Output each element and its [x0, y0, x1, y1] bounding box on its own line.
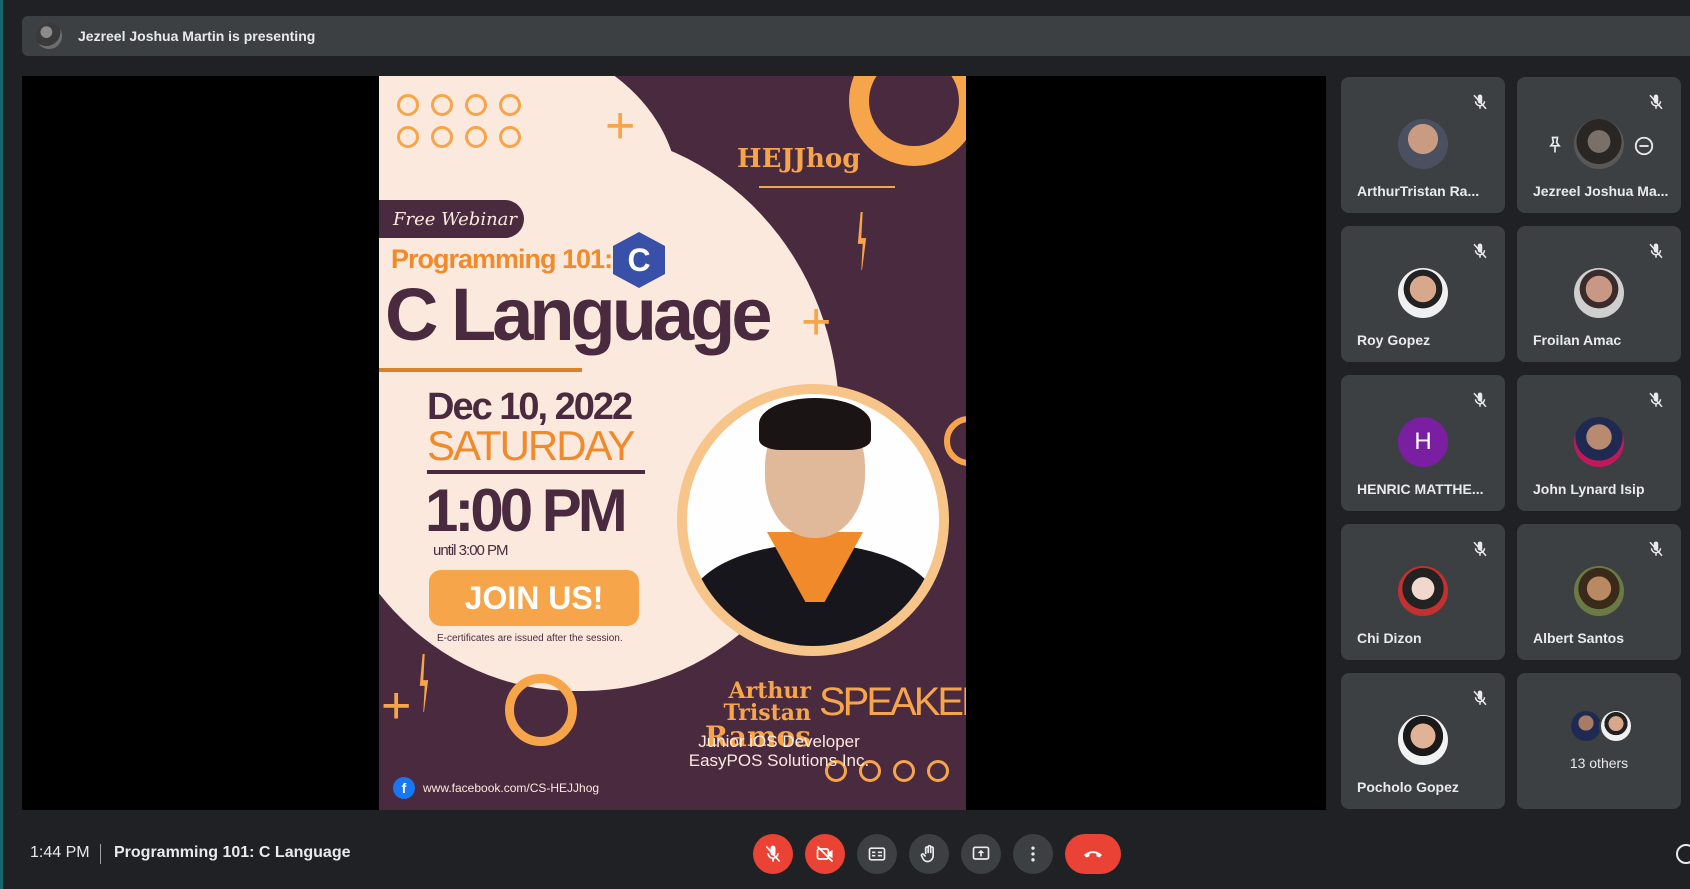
presenting-banner: Jezreel Joshua Martin is presenting: [22, 16, 1690, 56]
participant-name: Froilan Amac: [1533, 332, 1622, 348]
participant-tile[interactable]: Albert Santos: [1517, 524, 1681, 660]
bottom-bar: 1:44 PM Programming 101: C Language: [0, 824, 1690, 889]
ecert-note: E-certificates are issued after the sess…: [437, 633, 623, 644]
poster-time: 1:00 PM: [425, 477, 628, 544]
decor-plus: +: [605, 97, 636, 155]
participant-name: Roy Gopez: [1357, 332, 1431, 348]
free-webinar-label: Free Webinar: [379, 200, 524, 238]
participant-name: Chi Dizon: [1357, 630, 1422, 646]
participant-tile[interactable]: Chi Dizon: [1341, 524, 1505, 660]
speaker-role: Junior iOS Developer EasyPOS Solutions I…: [629, 732, 929, 770]
decor-bolt: [857, 212, 867, 270]
facebook-url: www.facebook.com/CS-HEJJhog: [423, 781, 600, 795]
raise-hand-icon: [920, 844, 934, 863]
mic-off-icon: [1649, 94, 1663, 110]
mic-off-icon: [1473, 243, 1487, 259]
join-us-label: JOIN US!: [429, 570, 639, 626]
more-options-button[interactable]: [1013, 834, 1053, 874]
poster-course: Programming 101:: [391, 244, 613, 274]
info-icon[interactable]: [1676, 844, 1690, 864]
meeting-title: Programming 101: C Language: [114, 844, 351, 861]
camera-toggle-button[interactable]: [805, 834, 845, 874]
more-options-icon: [1031, 846, 1035, 862]
presenting-text: Jezreel Joshua Martin is presenting: [78, 28, 316, 44]
divider: [759, 186, 895, 188]
others-avatars: [1569, 709, 1633, 743]
participant-avatar: [1574, 566, 1624, 616]
divider: [379, 368, 582, 372]
others-count: 13 others: [1569, 755, 1629, 771]
mic-off-icon: [1649, 541, 1663, 557]
mic-off-icon: [765, 845, 781, 863]
participant-avatar: [1574, 119, 1624, 169]
decor-ring: [944, 416, 966, 466]
clock: 1:44 PM: [30, 844, 90, 861]
leave-call-button[interactable]: [1065, 834, 1121, 874]
meet-window: Jezreel Joshua Martin is presenting + + …: [0, 0, 1690, 889]
participant-avatar: H: [1398, 417, 1448, 467]
decor-ring: [849, 76, 966, 166]
speaker-label: SPEAKER: [819, 680, 966, 724]
mic-off-icon: [1649, 392, 1663, 408]
camera-off-icon: [816, 845, 834, 863]
mic-off-icon: [1473, 541, 1487, 557]
decor-circles: [397, 126, 521, 148]
presenter-avatar: [36, 23, 62, 49]
participant-avatar: [1398, 566, 1448, 616]
poster-title: C Language: [385, 273, 772, 356]
decor-bolt: [419, 654, 429, 712]
decor-plus: +: [381, 677, 412, 735]
remove-icon[interactable]: [1633, 135, 1655, 157]
participant-tile[interactable]: John Lynard Isip: [1517, 375, 1681, 511]
participant-tile[interactable]: Pocholo Gopez: [1341, 673, 1505, 809]
pin-icon[interactable]: [1545, 135, 1565, 155]
speaker-photo: [687, 394, 939, 646]
facebook-icon: f: [393, 777, 415, 799]
participant-avatar: [1574, 268, 1624, 318]
hang-up-icon: [1084, 851, 1102, 858]
participant-avatar: [1398, 119, 1448, 169]
speaker-role-company: EasyPOS Solutions Inc.: [688, 751, 870, 770]
window-edge: [0, 0, 3, 889]
participant-tile[interactable]: Jezreel Joshua Ma...: [1517, 77, 1681, 213]
divider: [100, 844, 101, 864]
participant-name: ArthurTristan Ra...: [1357, 183, 1480, 199]
speaker-first-name: Arthur Tristan: [723, 678, 811, 726]
participant-tile[interactable]: Roy Gopez: [1341, 226, 1505, 362]
mic-off-icon: [1473, 392, 1487, 408]
facebook-link: f www.facebook.com/CS-HEJJhog: [393, 777, 599, 799]
participant-avatar: [1398, 268, 1448, 318]
decor-plus: +: [801, 293, 832, 351]
participant-tile[interactable]: ArthurTristan Ra...: [1341, 77, 1505, 213]
poster-until: until 3:00 PM: [433, 542, 509, 559]
participant-name: Albert Santos: [1533, 630, 1625, 646]
mic-off-icon: [1649, 243, 1663, 259]
present-icon: [972, 846, 990, 860]
participant-tile[interactable]: Froilan Amac: [1517, 226, 1681, 362]
speaker-role-title: Junior iOS Developer: [698, 732, 860, 751]
raise-hand-button[interactable]: [909, 834, 949, 874]
participant-tile[interactable]: H HENRIC MATTHE...: [1341, 375, 1505, 511]
participant-name: Pocholo Gopez: [1357, 779, 1459, 795]
webinar-poster: + + + HEJJhog Free Webinar Programming 1…: [379, 76, 966, 810]
decor-circles: [397, 94, 521, 116]
participant-avatar: [1574, 417, 1624, 467]
poster-brand: HEJJhog: [737, 144, 861, 174]
mic-off-icon: [1473, 690, 1487, 706]
mic-toggle-button[interactable]: [753, 834, 793, 874]
presentation-stage[interactable]: + + + HEJJhog Free Webinar Programming 1…: [22, 76, 1326, 810]
divider: [427, 470, 645, 474]
decor-ring: [505, 674, 577, 746]
participant-avatar: [1398, 715, 1448, 765]
captions-button[interactable]: [857, 834, 897, 874]
present-button[interactable]: [961, 834, 1001, 874]
others-tile[interactable]: 13 others: [1517, 673, 1681, 809]
captions-icon: [868, 847, 886, 861]
poster-day: SATURDAY: [427, 422, 635, 469]
participant-name: John Lynard Isip: [1533, 481, 1645, 497]
participant-name: HENRIC MATTHE...: [1357, 481, 1484, 497]
mic-off-icon: [1473, 94, 1487, 110]
participant-name: Jezreel Joshua Ma...: [1533, 183, 1669, 199]
